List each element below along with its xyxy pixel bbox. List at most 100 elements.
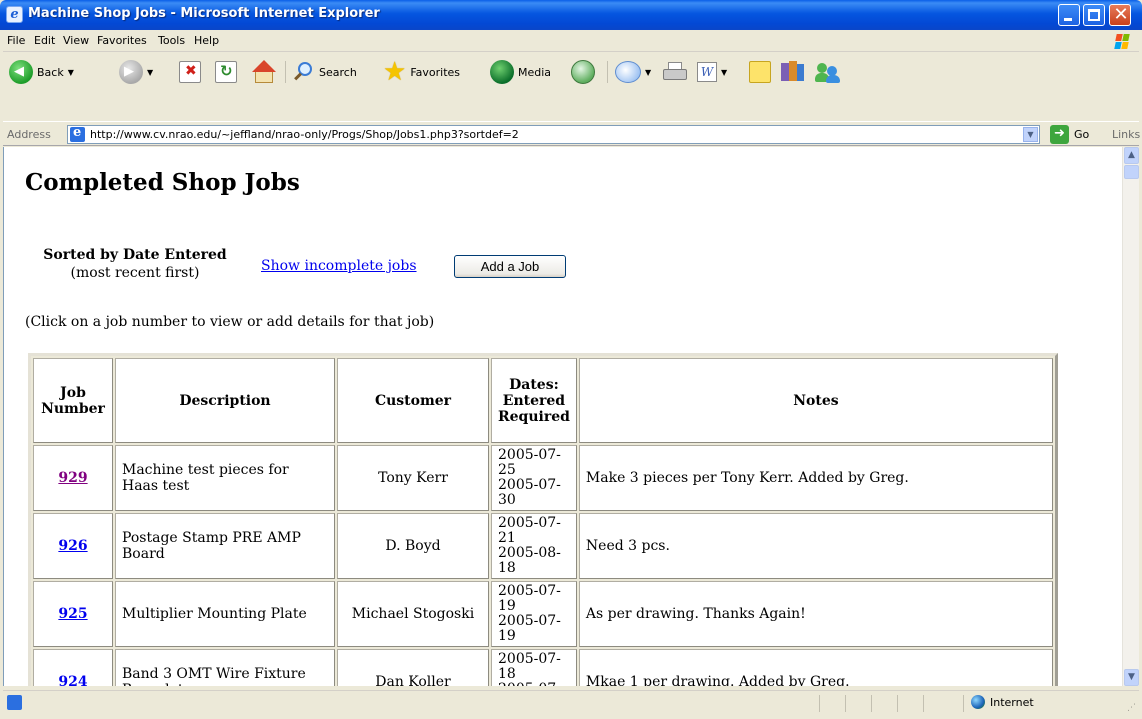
favorites-label: Favorites (410, 65, 461, 79)
job-number-link[interactable]: 925 (58, 606, 87, 622)
menu-favorites[interactable]: Favorites (97, 34, 147, 47)
header-customer: Customer (337, 358, 489, 443)
table-row: 926 Postage Stamp PRE AMP Board D. Boyd … (33, 513, 1053, 579)
forward-dropdown-icon[interactable]: ▼ (147, 68, 153, 77)
address-label: Address (7, 128, 51, 141)
go-button[interactable]: ➜ Go (1050, 125, 1089, 144)
refresh-button[interactable]: ↻ (215, 58, 237, 86)
sort-info: Sorted by Date Entered (most recent firs… (32, 247, 238, 281)
messenger-button[interactable] (815, 58, 841, 86)
back-dropdown-icon[interactable]: ▼ (68, 68, 74, 77)
date-entered: 2005-07-21 (498, 515, 561, 546)
ie-app-icon[interactable]: e (6, 6, 23, 23)
header-dates-line2: Entered (502, 392, 566, 409)
dates-cell: 2005-07-25 2005-07-30 (491, 445, 577, 511)
forward-button[interactable]: ▶ ▼ (119, 58, 153, 86)
print-button[interactable] (663, 58, 687, 86)
close-button[interactable]: ✕ (1109, 4, 1131, 26)
job-number-cell: 926 (33, 513, 113, 579)
links-toolbar[interactable]: Links (1112, 128, 1140, 141)
menu-file[interactable]: File (7, 34, 25, 47)
job-number-link[interactable]: 926 (58, 538, 87, 554)
media-button[interactable]: Media (490, 58, 551, 86)
instruction-text: (Click on a job number to view or add de… (25, 314, 435, 330)
customer-cell: Dan Koller (337, 649, 489, 686)
scroll-down-icon[interactable]: ▼ (1124, 669, 1139, 686)
mail-dropdown-icon[interactable]: ▼ (645, 68, 651, 77)
home-button[interactable] (251, 58, 277, 86)
security-zone[interactable]: Internet (971, 695, 1034, 709)
vertical-scrollbar[interactable]: ▲ ▼ (1122, 147, 1139, 686)
address-input[interactable]: http://www.cv.nrao.edu/~jeffland/nrao-on… (67, 125, 1040, 144)
header-notes: Notes (578, 358, 1053, 443)
discuss-button[interactable] (749, 58, 771, 86)
header-job-number: Job Number (33, 358, 113, 443)
scroll-up-icon[interactable]: ▲ (1124, 147, 1139, 164)
date-required: 2005-07-30 (498, 477, 561, 508)
header-description: Description (115, 358, 335, 443)
date-required: 2005-07-30 (498, 681, 561, 687)
messenger-people-icon (815, 61, 841, 83)
edit-dropdown-icon[interactable]: ▼ (721, 68, 727, 77)
dates-cell: 2005-07-182005-07-30 (491, 649, 577, 686)
header-job-number-line2: Number (41, 400, 105, 417)
job-number-link[interactable]: 929 (58, 470, 87, 486)
minimize-button[interactable] (1058, 4, 1080, 26)
menu-bar: File Edit View Favorites Tools Help (3, 30, 1139, 52)
show-incomplete-jobs-link[interactable]: Show incomplete jobs (261, 258, 417, 274)
address-url[interactable]: http://www.cv.nrao.edu/~jeffland/nrao-on… (90, 128, 519, 141)
scroll-thumb[interactable] (1124, 165, 1139, 179)
job-number-cell: 924 (33, 649, 113, 686)
menu-tools[interactable]: Tools (158, 34, 185, 47)
page-viewport: Completed Shop Jobs Sorted by Date Enter… (3, 147, 1122, 686)
refresh-icon: ↻ (215, 61, 237, 83)
job-number-link[interactable]: 924 (58, 674, 87, 686)
stop-button[interactable]: ✖ (179, 58, 201, 86)
menu-help[interactable]: Help (194, 34, 219, 47)
resize-grip-icon[interactable]: ⋰ (1127, 703, 1136, 713)
table-row: 925 Multiplier Mounting Plate Michael St… (33, 581, 1053, 647)
go-label: Go (1074, 128, 1090, 141)
mail-button[interactable]: ▼ (615, 58, 651, 86)
favorites-button[interactable]: ★ Favorites (383, 58, 460, 86)
search-button[interactable]: Search (293, 58, 357, 86)
title-bar[interactable]: e Machine Shop Jobs - Microsoft Internet… (0, 0, 1142, 30)
description-cell: Multiplier Mounting Plate (115, 581, 335, 647)
media-label: Media (518, 65, 552, 79)
customer-cell: Michael Stogoski (337, 581, 489, 647)
back-label: Back (37, 65, 64, 79)
maximize-button[interactable] (1083, 4, 1105, 26)
minimize-icon (1064, 18, 1072, 21)
sort-heading: Sorted by Date Entered (43, 247, 227, 263)
zone-label: Internet (990, 695, 1034, 709)
menu-edit[interactable]: Edit (34, 34, 55, 47)
description-cell: Band 3 OMT Wire Fixture Baseplate (115, 649, 335, 686)
edit-button[interactable]: W ▼ (697, 58, 727, 86)
table-header-row: Job Number Description Customer Dates: E… (33, 358, 1053, 443)
research-button[interactable] (781, 58, 805, 86)
address-dropdown-icon[interactable]: ▼ (1023, 127, 1038, 142)
jobs-table: Job Number Description Customer Dates: E… (28, 353, 1058, 686)
back-button[interactable]: ◀ Back ▼ (9, 58, 74, 86)
globe-icon (971, 695, 985, 709)
research-books-icon (781, 61, 805, 83)
window-title: Machine Shop Jobs - Microsoft Internet E… (28, 6, 380, 21)
mail-icon (615, 61, 641, 83)
history-button[interactable] (571, 58, 595, 86)
table-row: 924 Band 3 OMT Wire Fixture Baseplate Da… (33, 649, 1053, 686)
windows-logo-icon (1108, 32, 1136, 50)
header-job-number-line1: Job (60, 384, 86, 401)
add-job-button[interactable]: Add a Job (454, 255, 566, 278)
favorites-star-icon: ★ (383, 57, 407, 87)
page-status-icon (7, 695, 22, 710)
printer-icon (663, 62, 687, 82)
menu-view[interactable]: View (63, 34, 89, 47)
media-icon (490, 60, 514, 84)
search-label: Search (319, 65, 357, 79)
history-icon (571, 60, 595, 84)
notes-cell: As per drawing. Thanks Again! (578, 581, 1053, 647)
description-cell: Machine test pieces for Haas test (115, 445, 335, 511)
date-entered: 2005-07-18 (498, 651, 561, 682)
close-icon: ✕ (1113, 4, 1129, 25)
go-arrow-icon: ➜ (1050, 125, 1069, 144)
